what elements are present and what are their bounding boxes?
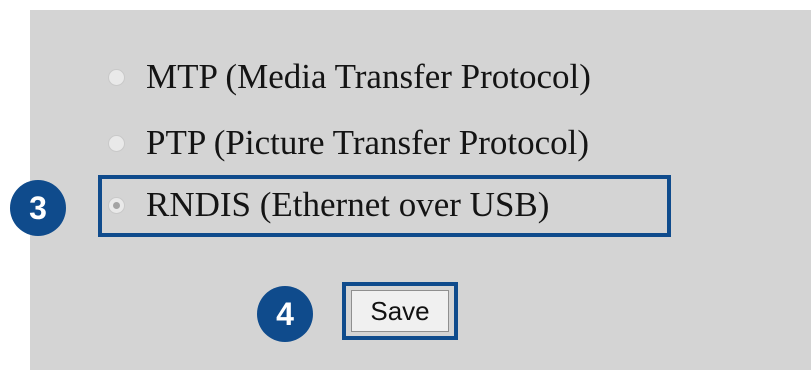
save-highlight-box: Save: [342, 282, 458, 340]
ptp-option-label: PTP (Picture Transfer Protocol): [146, 123, 589, 162]
mtp-radio-button[interactable]: [108, 68, 125, 86]
radio-option-mtp[interactable]: MTP (Media Transfer Protocol): [108, 55, 591, 99]
rndis-highlight-box: [98, 175, 671, 237]
mtp-option-label: MTP (Media Transfer Protocol): [146, 57, 591, 96]
ptp-radio-button[interactable]: [108, 134, 125, 152]
save-button[interactable]: Save: [351, 290, 449, 332]
step-3-badge: 3: [10, 180, 66, 236]
radio-option-ptp[interactable]: PTP (Picture Transfer Protocol): [108, 121, 589, 165]
step-4-badge: 4: [257, 286, 313, 342]
